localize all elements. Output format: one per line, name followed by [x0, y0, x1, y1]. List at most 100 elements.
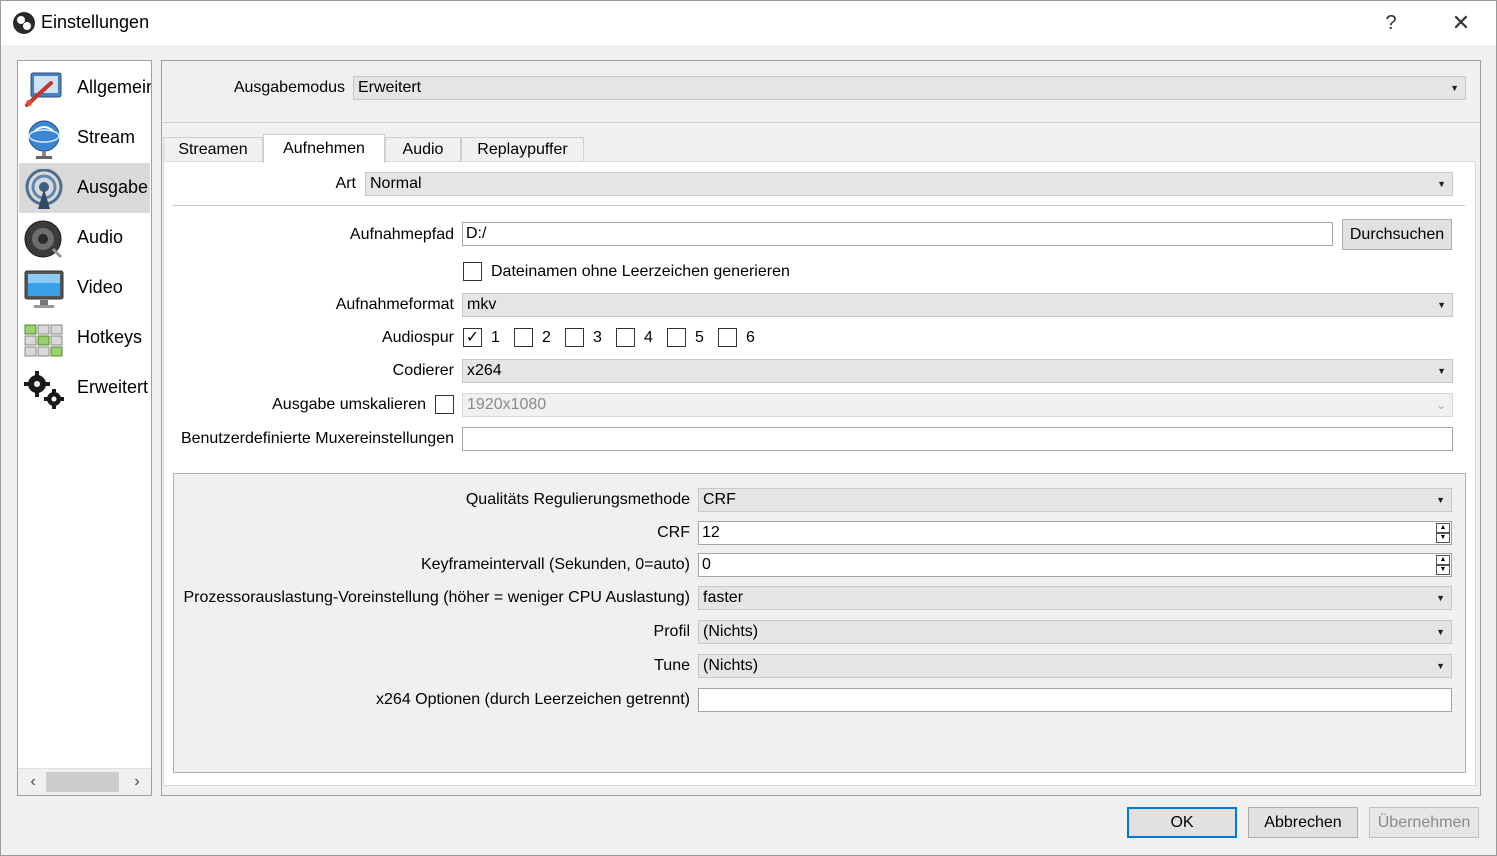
divider — [173, 205, 1465, 206]
scroll-right-icon[interactable]: › — [128, 771, 146, 793]
mux-settings-label: Benutzerdefinierte Muxereinstellungen — [180, 430, 454, 447]
rescale-checkbox[interactable] — [435, 395, 454, 414]
sidebar-item-advanced[interactable]: Erweitert — [19, 363, 150, 413]
rate-control-label: Qualitäts Regulierungsmethode — [465, 491, 690, 508]
audio-track-6-checkbox[interactable] — [718, 328, 737, 347]
sidebar-item-output[interactable]: Ausgabe — [19, 163, 150, 213]
crf-label: CRF — [657, 524, 690, 541]
encoder-value: x264 — [467, 362, 502, 379]
hotkeys-icon — [24, 324, 63, 357]
tab-replay-buffer[interactable]: Replaypuffer — [461, 137, 584, 162]
cpu-preset-label: Prozessorauslastung-Voreinstellung (höhe… — [183, 589, 691, 606]
help-button[interactable]: ? — [1375, 8, 1407, 38]
audio-track-4-label: 4 — [644, 329, 653, 346]
encoder-label: Codierer — [392, 362, 454, 379]
tune-value: (Nichts) — [703, 657, 759, 674]
x264-options-input[interactable] — [698, 688, 1452, 712]
speaker-icon — [24, 220, 63, 259]
spin-down-icon[interactable]: ▼ — [1436, 565, 1450, 575]
rate-control-value: CRF — [703, 491, 736, 508]
sidebar-item-label: Allgemein — [77, 77, 152, 97]
chevron-down-icon: ▼ — [1437, 366, 1446, 376]
tab-streaming[interactable]: Streamen — [163, 137, 263, 162]
sidebar-item-label: Audio — [77, 227, 124, 247]
sidebar-horizontal-scrollbar[interactable]: ‹ › — [18, 768, 151, 795]
encoder-dropdown[interactable]: x264 ▼ — [462, 359, 1453, 383]
audio-track-5-checkbox[interactable] — [667, 328, 686, 347]
chevron-down-icon: ▼ — [1450, 83, 1459, 93]
spin-down-icon[interactable]: ▼ — [1436, 533, 1450, 543]
chevron-down-icon: ▼ — [1437, 179, 1446, 189]
output-broadcast-icon — [25, 169, 63, 209]
sidebar-item-label: Hotkeys — [77, 327, 143, 347]
settings-sidebar: Allgemein Stream Ausgabe Audio Video Hot… — [17, 60, 152, 796]
recording-type-dropdown[interactable]: Normal ▼ — [365, 172, 1453, 196]
chevron-down-icon: ▼ — [1437, 300, 1446, 310]
apply-button[interactable]: Übernehmen — [1369, 807, 1479, 838]
tune-label: Tune — [654, 657, 690, 674]
sidebar-item-label: Erweitert — [77, 377, 149, 397]
chevron-down-icon: ▼ — [1436, 661, 1445, 671]
tune-dropdown[interactable]: (Nichts) ▼ — [698, 654, 1452, 678]
sidebar-item-general[interactable]: Allgemein — [19, 63, 152, 113]
recording-format-dropdown[interactable]: mkv ▼ — [462, 293, 1453, 317]
ok-button[interactable]: OK — [1127, 807, 1237, 838]
monitor-icon — [24, 270, 64, 308]
mux-settings-input[interactable] — [462, 427, 1453, 451]
audio-track-1-checkbox[interactable]: ✓ — [463, 328, 482, 347]
recording-format-label: Aufnahmeformat — [335, 296, 454, 313]
rescale-resolution-dropdown[interactable]: 1920x1080 ⌄ — [462, 393, 1453, 417]
spin-up-icon[interactable]: ▲ — [1436, 523, 1450, 533]
general-icon — [25, 72, 62, 107]
stream-globe-icon — [28, 120, 60, 159]
gears-icon — [24, 371, 64, 409]
scroll-left-icon[interactable]: ‹ — [24, 771, 42, 793]
spin-buttons: ▲ ▼ — [1436, 523, 1450, 543]
no-spaces-label: Dateinamen ohne Leerzeichen generieren — [491, 263, 790, 280]
output-mode-dropdown[interactable]: Erweitert ▼ — [353, 76, 1466, 100]
tab-recording[interactable]: Aufnehmen — [263, 134, 385, 163]
profile-value: (Nichts) — [703, 623, 759, 640]
rate-control-dropdown[interactable]: CRF ▼ — [698, 488, 1452, 512]
sidebar-item-label: Stream — [77, 127, 136, 147]
crf-value: 12 — [702, 524, 720, 541]
recording-type-value: Normal — [370, 175, 422, 192]
audio-track-6-label: 6 — [746, 329, 755, 346]
sidebar-item-audio[interactable]: Audio — [19, 213, 150, 263]
x264-options-label: x264 Optionen (durch Leerzeichen getrenn… — [376, 691, 690, 708]
chevron-down-icon: ⌄ — [1435, 398, 1446, 412]
spin-buttons: ▲ ▼ — [1436, 555, 1450, 575]
audio-track-1-label: 1 — [491, 329, 500, 346]
scrollbar-thumb[interactable] — [46, 772, 119, 792]
keyframe-interval-value: 0 — [702, 556, 711, 573]
cpu-preset-dropdown[interactable]: faster ▼ — [698, 586, 1452, 610]
keyframe-interval-spinbox[interactable]: 0 ▲ ▼ — [698, 553, 1452, 577]
type-label: Art — [335, 175, 356, 192]
audio-track-3-checkbox[interactable] — [565, 328, 584, 347]
sidebar-item-video[interactable]: Video — [19, 263, 150, 313]
audio-track-3-label: 3 — [593, 329, 602, 346]
profile-label: Profil — [653, 623, 690, 640]
audio-track-2-checkbox[interactable] — [514, 328, 533, 347]
recording-path-input[interactable]: D:/ — [462, 222, 1333, 246]
audio-track-4-checkbox[interactable] — [616, 328, 635, 347]
tab-audio[interactable]: Audio — [385, 137, 461, 162]
browse-button[interactable]: Durchsuchen — [1342, 219, 1452, 250]
profile-dropdown[interactable]: (Nichts) ▼ — [698, 620, 1452, 644]
crf-spinbox[interactable]: 12 ▲ ▼ — [698, 521, 1452, 545]
cpu-preset-value: faster — [703, 589, 744, 606]
divider — [162, 122, 1480, 123]
title-bar — [0, 0, 1497, 45]
obs-logo-icon — [13, 12, 35, 34]
cancel-button[interactable]: Abbrechen — [1248, 807, 1358, 838]
keyframe-interval-label: Keyframeintervall (Sekunden, 0=auto) — [420, 556, 690, 573]
recording-path-label: Aufnahmepfad — [349, 226, 454, 243]
no-spaces-checkbox[interactable] — [463, 262, 482, 281]
close-button[interactable]: ✕ — [1445, 8, 1477, 38]
audio-track-label: Audiospur — [381, 329, 454, 346]
spin-up-icon[interactable]: ▲ — [1436, 555, 1450, 565]
sidebar-item-stream[interactable]: Stream — [19, 113, 150, 163]
sidebar-item-hotkeys[interactable]: Hotkeys — [19, 313, 150, 363]
audio-track-2-label: 2 — [542, 329, 551, 346]
sidebar-item-label: Video — [77, 277, 123, 297]
